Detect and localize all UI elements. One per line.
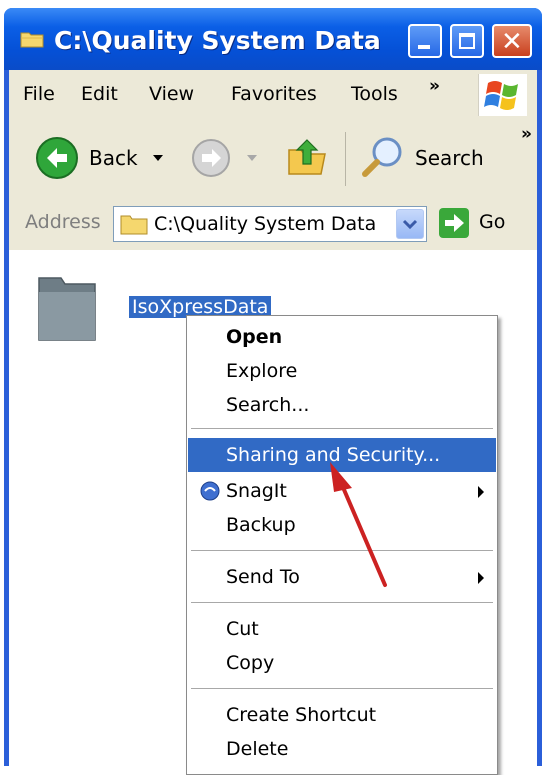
menu-item-delete[interactable]: Delete [188, 732, 496, 766]
menu-favorites[interactable]: Favorites [231, 83, 317, 105]
menu-edit[interactable]: Edit [81, 83, 118, 105]
menu-item-snagit[interactable]: SnagIt [188, 474, 496, 508]
menu-item-label: Open [226, 326, 283, 348]
go-arrow-icon [445, 214, 464, 232]
back-button-label[interactable]: Back [89, 146, 138, 170]
toolbar-overflow-chevron[interactable]: » [521, 124, 532, 144]
menu-item-label: Create Shortcut [226, 704, 377, 726]
back-dropdown-icon[interactable] [153, 155, 163, 161]
menu-item-label: Explore [226, 360, 298, 382]
menu-file[interactable]: File [23, 83, 55, 105]
address-dropdown-button[interactable] [396, 209, 424, 239]
menu-separator [191, 428, 493, 429]
menu-item-create-shortcut[interactable]: Create Shortcut [188, 698, 496, 732]
submenu-arrow-icon [478, 572, 484, 584]
up-folder-icon[interactable] [285, 134, 329, 178]
menu-item-label: Sharing and Security... [226, 444, 441, 466]
search-button-label[interactable]: Search [415, 146, 484, 170]
folder-icon [20, 32, 44, 48]
menu-item-backup[interactable]: Backup [188, 508, 496, 542]
title-bar[interactable]: C:\Quality System Data ✕ [4, 8, 542, 70]
window-title: C:\Quality System Data [54, 26, 381, 55]
menu-item-copy[interactable]: Copy [188, 646, 496, 680]
snagit-icon [200, 481, 220, 501]
search-magnifier-icon[interactable] [359, 134, 405, 180]
menu-bar: File Edit View Favorites Tools » [9, 70, 537, 121]
forward-dropdown-icon [247, 155, 257, 161]
windows-flag [478, 74, 527, 116]
close-icon: ✕ [501, 27, 523, 57]
maximize-button[interactable] [450, 24, 484, 58]
menu-item-label: SnagIt [226, 480, 287, 502]
address-bar: Address C:\Quality System Data Go [9, 198, 537, 251]
minimize-icon [418, 45, 430, 49]
menu-item-label: Backup [226, 514, 296, 536]
back-arrow-icon[interactable] [35, 136, 79, 180]
menu-item-label: Send To [226, 566, 300, 588]
menu-item-label: Search... [226, 394, 310, 416]
windows-flag-icon [484, 81, 518, 110]
minimize-button[interactable] [408, 24, 442, 58]
forward-arrow-icon[interactable] [191, 138, 231, 178]
menu-separator [191, 550, 493, 551]
toolbar-separator [345, 132, 346, 186]
menu-separator [191, 602, 493, 603]
address-label: Address [25, 211, 101, 233]
menu-item-label: Cut [226, 618, 259, 640]
standard-toolbar: Back Search » [9, 120, 537, 199]
menu-item-send-to[interactable]: Send To [188, 560, 496, 594]
menu-item-label: Delete [226, 738, 289, 760]
submenu-arrow-icon [478, 486, 484, 498]
menu-item-cut[interactable]: Cut [188, 612, 496, 646]
folder-icon [120, 215, 148, 235]
menu-item-search[interactable]: Search... [188, 388, 496, 422]
menu-item-open[interactable]: Open [188, 320, 496, 354]
menu-overflow-chevron[interactable]: » [429, 76, 440, 96]
maximize-icon [459, 33, 475, 49]
folder-icon[interactable] [35, 270, 99, 344]
address-input[interactable]: C:\Quality System Data [113, 206, 427, 242]
menu-item-label: Copy [226, 652, 275, 674]
menu-item-explore[interactable]: Explore [188, 354, 496, 388]
address-value: C:\Quality System Data [154, 213, 377, 235]
context-menu: Open Explore Search... Sharing and Secur… [186, 315, 498, 775]
menu-view[interactable]: View [149, 83, 194, 105]
go-button[interactable] [439, 208, 469, 238]
chevron-down-icon [402, 219, 418, 230]
close-button[interactable]: ✕ [492, 24, 532, 58]
menu-separator [191, 688, 493, 689]
go-label[interactable]: Go [479, 211, 505, 233]
menu-item-sharing-security[interactable]: Sharing and Security... [188, 438, 496, 472]
menu-tools[interactable]: Tools [351, 83, 398, 105]
